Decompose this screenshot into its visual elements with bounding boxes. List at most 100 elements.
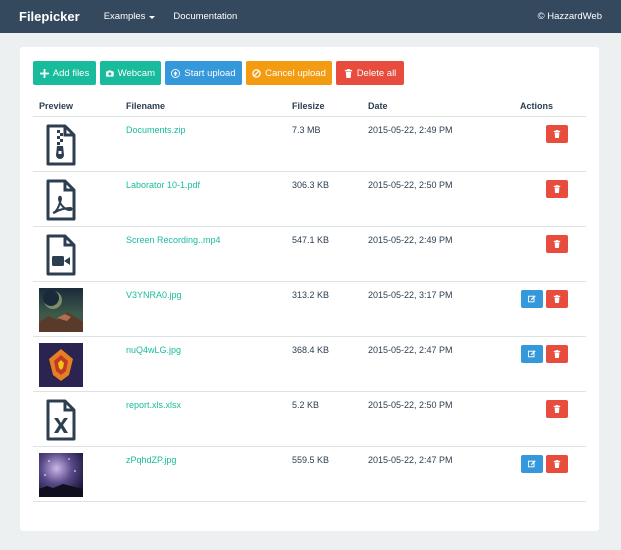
edit-file-button[interactable] (521, 344, 543, 363)
delete-file-button[interactable] (546, 234, 568, 253)
table-row: Laborator 10-1.pdf 306.3 KB 2015-05-22, … (33, 171, 586, 227)
header-filename: Filename (120, 96, 286, 117)
trash-icon (553, 459, 561, 468)
delete-file-button[interactable] (546, 454, 568, 473)
copyright-text[interactable]: © HazzardWeb (538, 11, 602, 22)
filename-link[interactable]: Laborator 10-1.pdf (126, 180, 200, 190)
table-row: zPqhdZP.jpg 559.5 KB 2015-05-22, 2:47 PM (33, 446, 586, 502)
table-row: Documents.zip 7.3 MB 2015-05-22, 2:49 PM (33, 116, 586, 172)
delete-file-button[interactable] (546, 124, 568, 143)
preview-cell (33, 446, 120, 502)
table-row: Screen Recording..mp4 547.1 KB 2015-05-2… (33, 226, 586, 282)
trash-icon (553, 239, 561, 248)
planet-image-thumbnail[interactable] (39, 287, 83, 332)
edit-icon (528, 294, 536, 302)
filename-link[interactable]: zPqhdZP.jpg (126, 455, 176, 465)
video-file-icon (46, 234, 76, 275)
webcam-button[interactable]: Webcam (100, 61, 161, 85)
plus-icon (39, 68, 49, 78)
header-actions: Actions (502, 96, 586, 117)
date-cell: 2015-05-22, 2:49 PM (362, 226, 502, 282)
delete-file-button[interactable] (546, 179, 568, 198)
camera-icon (106, 69, 114, 77)
filename-cell: V3YNRA0.jpg (120, 281, 286, 337)
pdf-file-icon (46, 179, 76, 220)
filename-cell: Laborator 10-1.pdf (120, 171, 286, 227)
filename-cell: Documents.zip (120, 116, 286, 172)
upload-icon (171, 68, 181, 78)
filename-cell: nuQ4wLG.jpg (120, 336, 286, 392)
actions-cell (502, 171, 586, 227)
filename-link[interactable]: nuQ4wLG.jpg (126, 345, 181, 355)
header-date: Date (362, 96, 502, 117)
table-header-row: Preview Filename Filesize Date Actions (33, 96, 586, 117)
add-files-label: Add files (52, 67, 90, 79)
filesize-cell: 7.3 MB (286, 116, 362, 172)
trash-icon (553, 129, 561, 138)
date-cell: 2015-05-22, 3:17 PM (362, 281, 502, 337)
header-filesize: Filesize (286, 96, 362, 117)
filename-link[interactable]: report.xls.xlsx (126, 400, 181, 410)
delete-file-button[interactable] (546, 344, 568, 363)
delete-file-button[interactable] (546, 289, 568, 308)
table-row: V3YNRA0.jpg 313.2 KB 2015-05-22, 3:17 PM (33, 281, 586, 337)
delete-all-label: Delete all (356, 67, 397, 79)
file-table: Preview Filename Filesize Date Actions D… (33, 96, 586, 502)
trash-icon (553, 294, 561, 303)
nav-documentation-link[interactable]: Documentation (173, 11, 237, 22)
preview-cell (33, 281, 120, 337)
start-upload-button[interactable]: Start upload (165, 61, 242, 85)
date-cell: 2015-05-22, 2:47 PM (362, 336, 502, 392)
actions-cell (502, 281, 586, 337)
delete-file-button[interactable] (546, 399, 568, 418)
filepicker-panel: Add files Webcam Start upload Cancel upl… (20, 47, 599, 531)
excel-file-icon (46, 399, 76, 440)
edit-file-button[interactable] (521, 289, 543, 308)
filename-cell: report.xls.xlsx (120, 391, 286, 447)
toolbar: Add files Webcam Start upload Cancel upl… (33, 61, 404, 85)
filename-link[interactable]: V3YNRA0.jpg (126, 290, 182, 300)
date-cell: 2015-05-22, 2:47 PM (362, 446, 502, 502)
actions-cell (502, 391, 586, 447)
trash-icon (344, 68, 352, 78)
filesize-cell: 5.2 KB (286, 391, 362, 447)
nav-examples-dropdown[interactable]: Examples (104, 11, 156, 22)
filesize-cell: 306.3 KB (286, 171, 362, 227)
filename-link[interactable]: Screen Recording..mp4 (126, 235, 221, 245)
date-cell: 2015-05-22, 2:50 PM (362, 391, 502, 447)
trash-icon (553, 184, 561, 193)
table-row: report.xls.xlsx 5.2 KB 2015-05-22, 2:50 … (33, 391, 586, 447)
trash-icon (553, 404, 561, 413)
navbar: Filepicker Examples Documentation © Hazz… (0, 0, 621, 33)
start-upload-label: Start upload (184, 67, 236, 79)
nebula-image-thumbnail[interactable] (39, 452, 83, 497)
filename-cell: Screen Recording..mp4 (120, 226, 286, 282)
preview-cell (33, 336, 120, 392)
edit-file-button[interactable] (521, 454, 543, 473)
filesize-cell: 313.2 KB (286, 281, 362, 337)
date-cell: 2015-05-22, 2:49 PM (362, 116, 502, 172)
zip-file-icon (46, 124, 76, 165)
actions-cell (502, 446, 586, 502)
actions-cell (502, 226, 586, 282)
webcam-label: Webcam (117, 67, 155, 79)
actions-cell (502, 336, 586, 392)
header-preview: Preview (33, 96, 120, 117)
filesize-cell: 547.1 KB (286, 226, 362, 282)
preview-cell (33, 226, 120, 282)
delete-all-button[interactable]: Delete all (336, 61, 404, 85)
edit-icon (528, 349, 536, 357)
table-row: nuQ4wLG.jpg 368.4 KB 2015-05-22, 2:47 PM (33, 336, 586, 392)
add-files-button[interactable]: Add files (33, 61, 96, 85)
date-cell: 2015-05-22, 2:50 PM (362, 171, 502, 227)
filename-link[interactable]: Documents.zip (126, 125, 186, 135)
cancel-upload-label: Cancel upload (265, 67, 326, 79)
preview-cell (33, 391, 120, 447)
emblem-image-thumbnail[interactable] (39, 342, 83, 387)
trash-icon (553, 349, 561, 358)
brand-logo[interactable]: Filepicker (19, 9, 80, 24)
caret-down-icon (149, 15, 156, 19)
ban-icon (252, 68, 261, 78)
cancel-upload-button[interactable]: Cancel upload (246, 61, 332, 85)
nav-examples-label: Examples (103, 11, 146, 22)
